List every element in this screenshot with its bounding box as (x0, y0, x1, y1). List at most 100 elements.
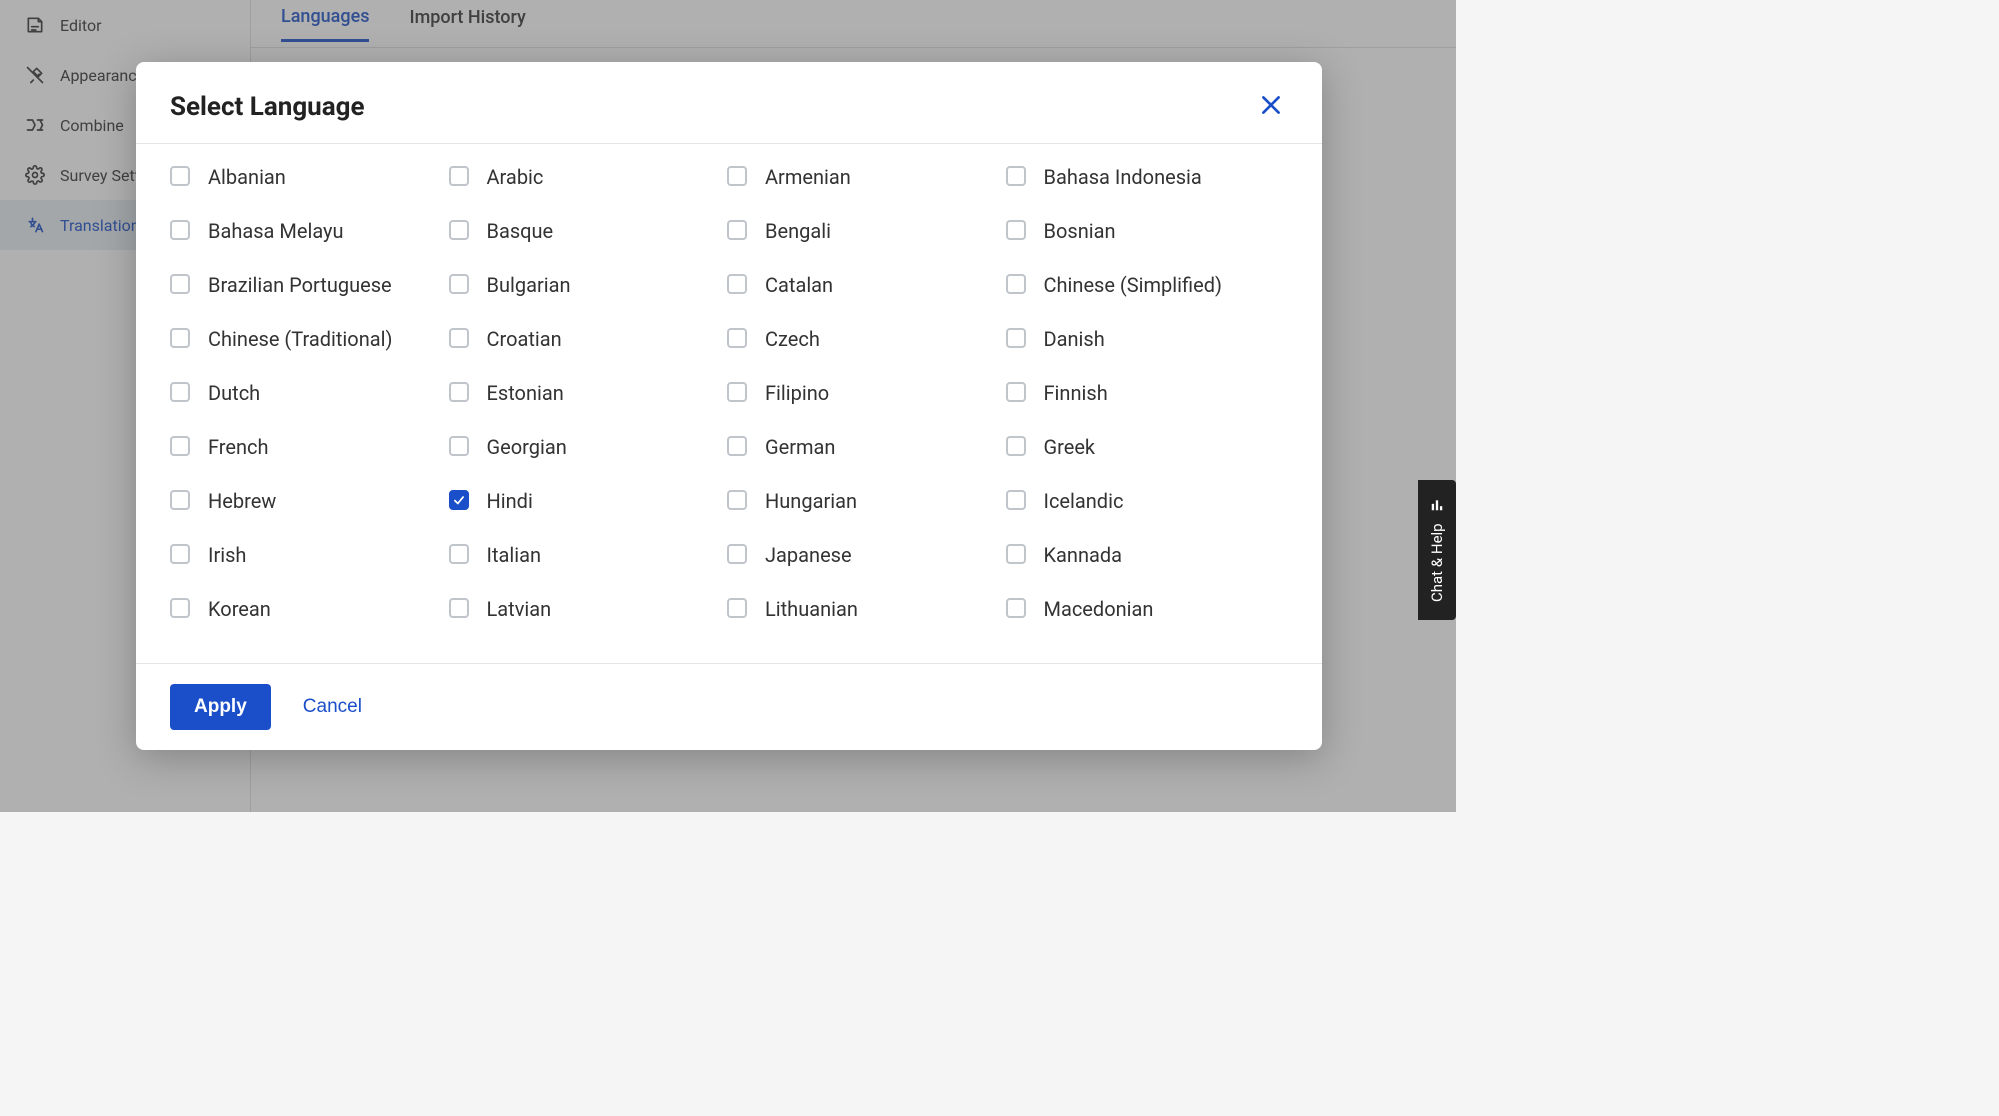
language-option[interactable]: Lithuanian (727, 596, 1006, 622)
language-label: Finnish (1044, 380, 1108, 406)
language-option[interactable]: Dutch (170, 380, 449, 406)
language-option[interactable]: Filipino (727, 380, 1006, 406)
language-label: Albanian (208, 164, 286, 190)
language-checkbox[interactable] (727, 274, 747, 294)
language-checkbox[interactable] (170, 544, 190, 564)
language-checkbox[interactable] (727, 598, 747, 618)
language-label: Bahasa Melayu (208, 218, 344, 244)
language-option[interactable]: German (727, 434, 1006, 460)
language-checkbox[interactable] (449, 544, 469, 564)
language-label: Arabic (487, 164, 544, 190)
language-checkbox[interactable] (1006, 220, 1026, 240)
language-checkbox[interactable] (449, 382, 469, 402)
language-label: Estonian (487, 380, 564, 406)
language-option[interactable]: Latvian (449, 596, 728, 622)
close-button[interactable] (1254, 88, 1288, 125)
language-label: Chinese (Simplified) (1044, 272, 1222, 298)
language-label: Hungarian (765, 488, 857, 514)
language-option[interactable]: Chinese (Traditional) (170, 326, 449, 352)
language-checkbox[interactable] (727, 436, 747, 456)
language-label: Lithuanian (765, 596, 858, 622)
language-option[interactable]: Bahasa Melayu (170, 218, 449, 244)
language-option[interactable]: Macedonian (1006, 596, 1285, 622)
language-checkbox[interactable] (1006, 382, 1026, 402)
language-checkbox[interactable] (170, 328, 190, 348)
language-checkbox[interactable] (170, 490, 190, 510)
language-checkbox[interactable] (449, 328, 469, 348)
language-label: Irish (208, 542, 246, 568)
language-option[interactable]: Croatian (449, 326, 728, 352)
language-checkbox[interactable] (727, 490, 747, 510)
language-label: Czech (765, 326, 820, 352)
cancel-button[interactable]: Cancel (303, 696, 362, 718)
chart-icon (1430, 498, 1444, 516)
language-label: Dutch (208, 380, 260, 406)
language-checkbox[interactable] (449, 166, 469, 186)
language-option[interactable]: Bulgarian (449, 272, 728, 298)
language-option[interactable]: Kannada (1006, 542, 1285, 568)
language-option[interactable]: Hebrew (170, 488, 449, 514)
language-option[interactable]: Catalan (727, 272, 1006, 298)
language-label: Filipino (765, 380, 829, 406)
language-checkbox[interactable] (170, 166, 190, 186)
language-checkbox[interactable] (1006, 598, 1026, 618)
language-option[interactable]: Armenian (727, 164, 1006, 190)
language-option[interactable]: Bengali (727, 218, 1006, 244)
language-option[interactable]: Finnish (1006, 380, 1285, 406)
language-label: Japanese (765, 542, 852, 568)
language-checkbox[interactable] (170, 598, 190, 618)
language-option[interactable]: Korean (170, 596, 449, 622)
apply-button[interactable]: Apply (170, 684, 271, 730)
language-option[interactable]: Georgian (449, 434, 728, 460)
language-option[interactable]: Hindi (449, 488, 728, 514)
language-checkbox[interactable] (449, 274, 469, 294)
language-checkbox[interactable] (1006, 328, 1026, 348)
language-checkbox[interactable] (727, 382, 747, 402)
language-label: Korean (208, 596, 271, 622)
modal-body: Albanian Arabic Armenian Bahasa Indonesia Ba… (136, 144, 1322, 663)
language-option[interactable]: Hungarian (727, 488, 1006, 514)
language-option[interactable]: Bosnian (1006, 218, 1285, 244)
language-option[interactable]: French (170, 434, 449, 460)
language-checkbox[interactable] (1006, 436, 1026, 456)
language-checkbox[interactable] (449, 490, 469, 510)
language-checkbox[interactable] (1006, 490, 1026, 510)
language-label: Bulgarian (487, 272, 571, 298)
language-option[interactable]: Estonian (449, 380, 728, 406)
language-checkbox[interactable] (170, 436, 190, 456)
language-option[interactable]: Italian (449, 542, 728, 568)
language-checkbox[interactable] (170, 382, 190, 402)
language-option[interactable]: Icelandic (1006, 488, 1285, 514)
language-option[interactable]: Basque (449, 218, 728, 244)
language-checkbox[interactable] (449, 436, 469, 456)
language-label: Latvian (487, 596, 552, 622)
language-checkbox[interactable] (170, 274, 190, 294)
language-option[interactable]: Bahasa Indonesia (1006, 164, 1285, 190)
language-checkbox[interactable] (1006, 544, 1026, 564)
chat-help-label: Chat & Help (1428, 524, 1446, 603)
language-option[interactable]: Danish (1006, 326, 1285, 352)
language-checkbox[interactable] (727, 220, 747, 240)
language-label: Macedonian (1044, 596, 1154, 622)
language-checkbox[interactable] (1006, 274, 1026, 294)
language-label: Chinese (Traditional) (208, 326, 392, 352)
language-label: Armenian (765, 164, 851, 190)
language-checkbox[interactable] (727, 544, 747, 564)
language-checkbox[interactable] (1006, 166, 1026, 186)
select-language-modal: Select Language AlbanianArabicArmenianBa… (136, 62, 1322, 750)
language-checkbox[interactable] (727, 166, 747, 186)
chat-help-tab[interactable]: Chat & Help (1418, 480, 1456, 620)
language-option[interactable]: Czech (727, 326, 1006, 352)
language-scroll-area[interactable]: Albanian Arabic Armenian Bahasa Indonesia Ba… (170, 164, 1304, 663)
language-checkbox[interactable] (727, 328, 747, 348)
language-checkbox[interactable] (449, 598, 469, 618)
language-option[interactable]: Chinese (Simplified) (1006, 272, 1285, 298)
language-checkbox[interactable] (170, 220, 190, 240)
language-option[interactable]: Arabic (449, 164, 728, 190)
language-option[interactable]: Irish (170, 542, 449, 568)
language-option[interactable]: Brazilian Portuguese (170, 272, 449, 298)
language-checkbox[interactable] (449, 220, 469, 240)
language-option[interactable]: Greek (1006, 434, 1285, 460)
language-option[interactable]: Albanian (170, 164, 449, 190)
language-option[interactable]: Japanese (727, 542, 1006, 568)
